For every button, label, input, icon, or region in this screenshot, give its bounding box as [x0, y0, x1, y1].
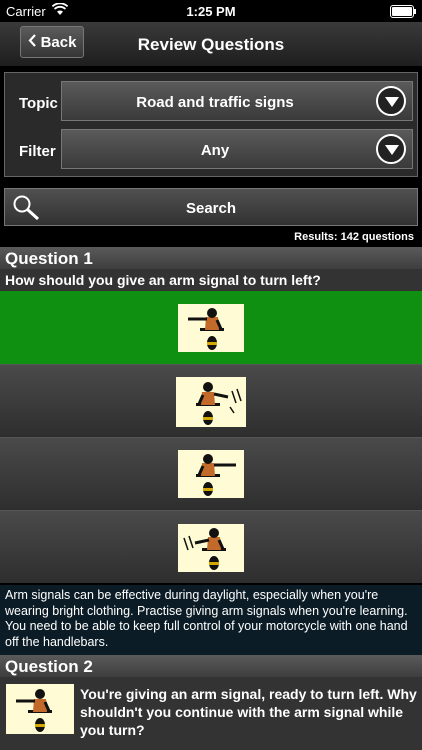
answer-explanation: Arm signals can be effective during dayl… — [0, 585, 422, 655]
page-title: Review Questions — [137, 35, 285, 54]
answer-option-2[interactable] — [0, 364, 422, 437]
filter-select[interactable]: Any — [61, 129, 413, 169]
filter-label: Filter — [19, 143, 56, 160]
topic-select[interactable]: Road and traffic signs — [61, 81, 413, 121]
topic-label: Topic — [19, 95, 58, 112]
clock: 1:25 PM — [186, 4, 236, 19]
rider-left-arm-straight-image — [178, 304, 244, 352]
filter-panel: Topic Road and traffic signs Filter Any — [4, 72, 418, 177]
status-bar: Carrier 1:25 PM — [0, 0, 422, 22]
rider-right-arm-waving-image — [176, 377, 246, 427]
question-text: How should you give an arm signal to tur… — [0, 269, 422, 291]
answer-option-1[interactable] — [0, 291, 422, 364]
rider-left-arm-waving-image — [178, 524, 244, 572]
navigation-bar: Back Review Questions — [0, 22, 422, 66]
question-heading: Question 1 — [0, 247, 422, 269]
answer-option-4[interactable] — [0, 510, 422, 583]
topic-value: Road and traffic signs — [136, 94, 294, 111]
dropdown-arrow-icon — [376, 86, 406, 116]
rider-signal-image — [6, 684, 74, 734]
results-count: Results: 142 questions — [294, 231, 414, 243]
search-button[interactable]: Search — [4, 188, 418, 226]
filter-value: Any — [200, 142, 230, 159]
question-text: You're giving an arm signal, ready to tu… — [80, 686, 417, 738]
rider-right-arm-straight-image — [178, 450, 244, 498]
answer-option-3[interactable] — [0, 437, 422, 510]
question-heading: Question 2 — [0, 655, 422, 677]
search-label: Search — [185, 200, 237, 217]
dropdown-arrow-icon — [376, 134, 406, 164]
battery-icon — [390, 5, 416, 18]
